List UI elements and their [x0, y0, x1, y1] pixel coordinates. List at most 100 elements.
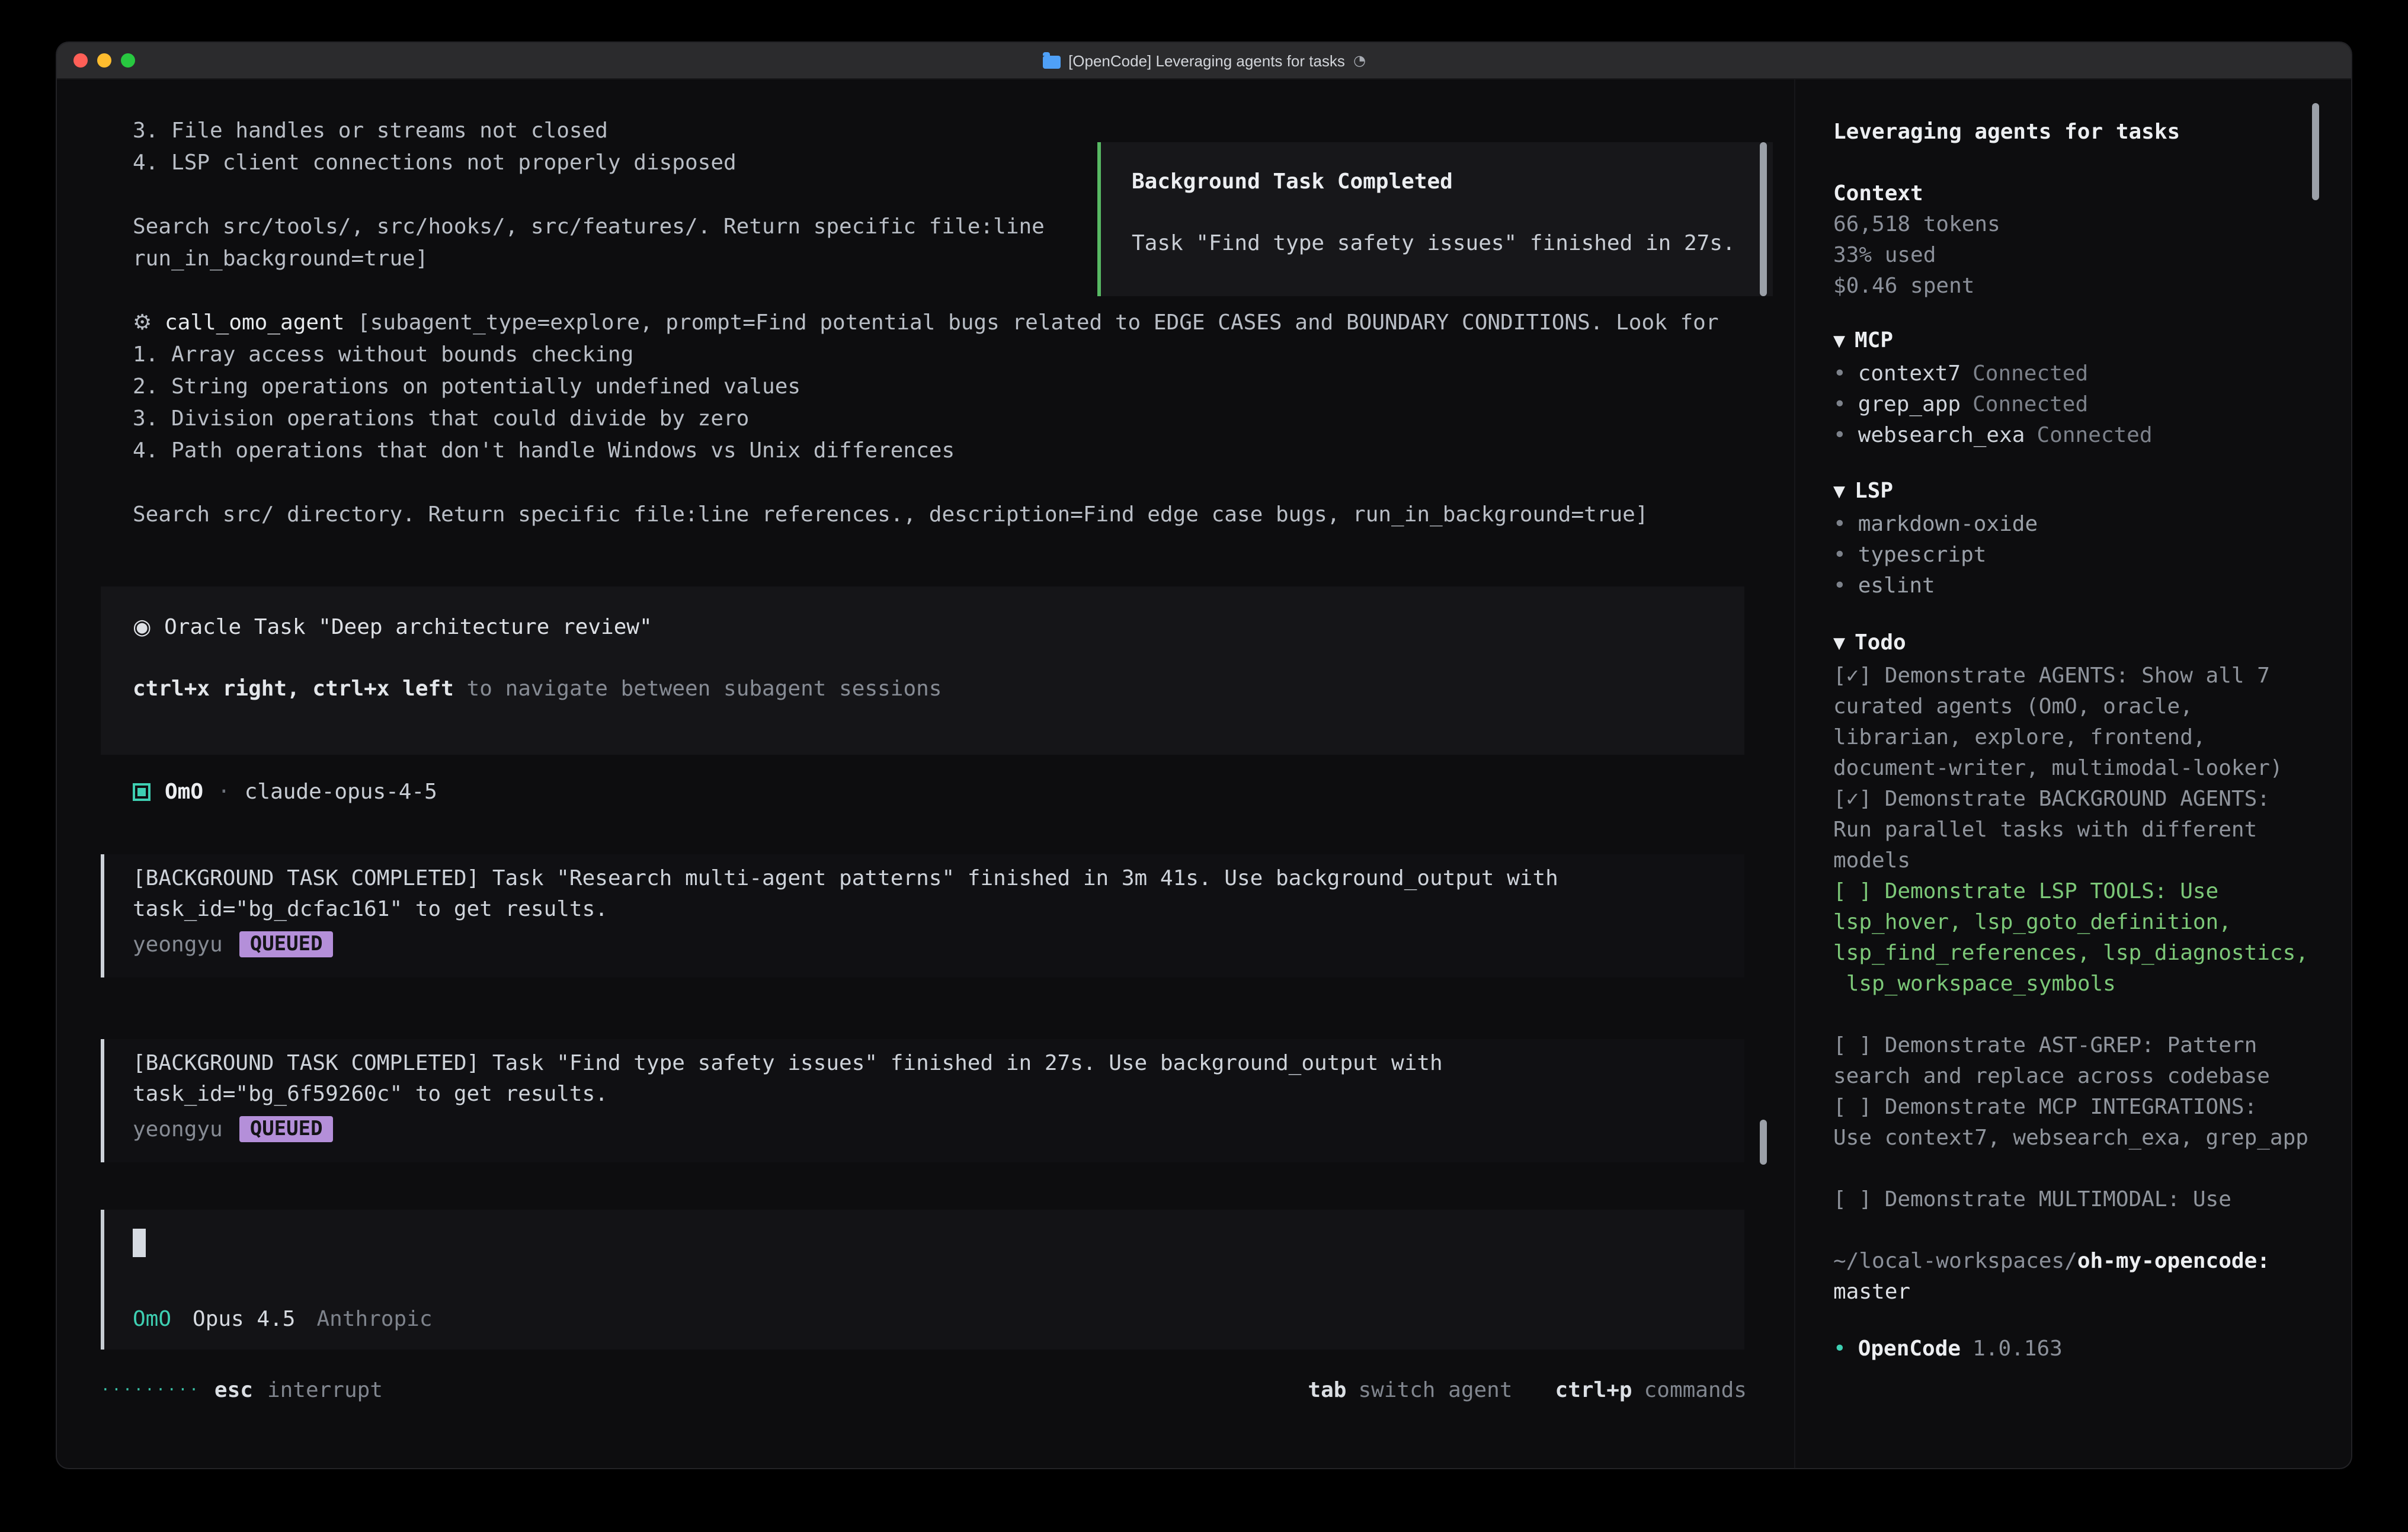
esc-key-hint: esc [214, 1374, 253, 1406]
mcp-name: context7 [1858, 359, 1961, 390]
context-spent: $0.46 spent [1833, 271, 2351, 302]
bullet-icon: • [1833, 390, 1846, 421]
mcp-status: Connected [2036, 421, 2152, 451]
lsp-section-heading[interactable]: ▼ LSP [1833, 476, 2351, 509]
agent-separator: · [217, 776, 230, 808]
workspace-path: ~/local-workspaces/oh-my-opencode: maste… [1833, 1246, 2311, 1308]
commands-key-hint: ctrl+p [1555, 1374, 1632, 1406]
oracle-nav-hint: ctrl+x right, ctrl+x left to navigate be… [133, 674, 1712, 705]
hint-keys: ctrl+x right, ctrl+x left [133, 677, 454, 701]
lsp-name: eslint [1858, 571, 1935, 602]
queued-badge: QUEUED [239, 1116, 334, 1142]
message-scrollbar-thumb[interactable] [1760, 1120, 1767, 1165]
screen: [OpenCode] Leveraging agents for tasks ◔… [0, 0, 2408, 1532]
tool-call-line: ⚙ call_omo_agent [subagent_type=explore,… [133, 307, 1759, 339]
traffic-lights [73, 43, 135, 78]
lsp-name: typescript [1858, 540, 1987, 571]
tool-name: call_omo_agent [152, 310, 344, 335]
close-button[interactable] [73, 53, 88, 68]
lsp-name: markdown-oxide [1858, 509, 2038, 540]
mcp-section-heading[interactable]: ▼ MCP [1833, 326, 2351, 359]
transcript-line: Search src/ directory. Return specific f… [133, 499, 1759, 531]
oracle-title-text: Oracle Task "Deep architecture review" [151, 615, 652, 640]
message-author: yeongyu [133, 932, 223, 957]
todo-item-pending: [ ] Demonstrate AST-GREP: Pattern search… [1833, 1031, 2311, 1092]
input-agent-name: OmO [133, 1305, 171, 1335]
message-meta: yeongyu QUEUED [133, 1116, 1744, 1142]
app-version-number: 1.0.163 [1972, 1334, 2063, 1365]
toast-title: Background Task Completed [1132, 167, 1742, 198]
oracle-task-panel[interactable]: ◉ Oracle Task "Deep architecture review"… [101, 586, 1744, 755]
model-selector[interactable]: OmO Opus 4.5 Anthropic [133, 1305, 433, 1335]
message-line: [BACKGROUND TASK COMPLETED] Task "Resear… [133, 864, 1744, 895]
message-author: yeongyu [133, 1117, 223, 1142]
tab-key-label: switch agent [1358, 1374, 1512, 1406]
transcript-line: 2. String operations on potentially unde… [133, 371, 1759, 403]
queued-badge: QUEUED [239, 931, 334, 957]
zoom-button[interactable] [121, 53, 135, 68]
lsp-heading-label: LSP [1855, 479, 1893, 504]
status-left: ········· esc interrupt [101, 1374, 383, 1406]
workspace-branch: master [1833, 1277, 2311, 1308]
context-used: 33% used [1833, 241, 2351, 271]
app-version: • OpenCode 1.0.163 [1833, 1334, 2351, 1365]
status-bar: ········· esc interrupt tab switch agent… [101, 1374, 1747, 1406]
transcript-blank-line [133, 467, 1759, 499]
chat-main-area: 3. File handles or streams not closed 4.… [57, 79, 1794, 1468]
todo-item-done: [✓] Demonstrate BACKGROUND AGENTS: Run p… [1833, 784, 2311, 877]
app-window: [OpenCode] Leveraging agents for tasks ◔… [57, 43, 2351, 1468]
lsp-item: • eslint [1833, 571, 2351, 602]
background-task-message: [BACKGROUND TASK COMPLETED] Task "Resear… [101, 854, 1744, 977]
message-line: task_id="bg_dcfac161" to get results. [133, 895, 1744, 925]
transcript-line: 1. Array access without bounds checking [133, 339, 1759, 371]
prompt-input[interactable]: OmO Opus 4.5 Anthropic [101, 1210, 1744, 1350]
bullet-icon: • [1833, 509, 1846, 540]
main-scrollbar-thumb[interactable] [1760, 142, 1767, 296]
hint-text: to navigate between subagent sessions [454, 677, 942, 701]
todo-item-pending: [ ] Demonstrate MULTIMODAL: Use [1833, 1185, 2311, 1216]
background-task-message: [BACKGROUND TASK COMPLETED] Task "Find t… [101, 1039, 1744, 1162]
mcp-heading-label: MCP [1855, 328, 1893, 353]
chevron-down-icon: ▼ [1833, 477, 1845, 508]
bullet-icon: • [1833, 1334, 1846, 1365]
bullet-icon: • [1833, 540, 1846, 571]
window-title: [OpenCode] Leveraging agents for tasks ◔ [1042, 52, 1366, 69]
todo-section-heading[interactable]: ▼ Todo [1833, 628, 2351, 661]
lsp-item: • typescript [1833, 540, 2351, 571]
minimize-button[interactable] [97, 53, 111, 68]
todo-item-pending: [ ] Demonstrate MCP INTEGRATIONS: Use co… [1833, 1092, 2311, 1154]
bullet-icon: • [1833, 571, 1846, 602]
sidebar-scrollbar-thumb[interactable] [2312, 103, 2319, 200]
message-line: task_id="bg_6f59260c" to get results. [133, 1079, 1744, 1110]
folder-icon [1042, 55, 1060, 68]
mcp-item: •grep_appConnected [1833, 390, 2351, 421]
agent-name: OmO [165, 776, 203, 808]
session-sidebar: Leveraging agents for tasks Context 66,5… [1794, 79, 2351, 1468]
window-body: 3. File handles or streams not closed 4.… [57, 79, 2351, 1468]
mcp-item: •websearch_exaConnected [1833, 421, 2351, 451]
mcp-status: Connected [1972, 359, 2088, 390]
mcp-status: Connected [1972, 390, 2088, 421]
app-name: OpenCode [1858, 1334, 1961, 1365]
titlebar[interactable]: [OpenCode] Leveraging agents for tasks ◔ [57, 43, 2351, 79]
mcp-item: • context7 Connected [1833, 359, 2351, 390]
message-line: [BACKGROUND TASK COMPLETED] Task "Find t… [133, 1049, 1744, 1079]
tool-args: [subagent_type=explore, prompt=Find pote… [344, 310, 1718, 335]
status-right: tab switch agent ctrl+p commands [1308, 1374, 1747, 1406]
fisheye-icon: ◉ [133, 615, 151, 640]
window-title-text: [OpenCode] Leveraging agents for tasks [1068, 52, 1345, 69]
agent-model: claude-opus-4-5 [245, 776, 437, 808]
transcript-line: 3. Division operations that could divide… [133, 403, 1759, 435]
session-progress-icon: ◔ [1353, 52, 1366, 69]
todo-heading-label: Todo [1855, 630, 1906, 655]
bullet-icon: • [1833, 359, 1846, 390]
message-meta: yeongyu QUEUED [133, 931, 1744, 957]
chevron-down-icon: ▼ [1833, 327, 1845, 358]
todo-item-active: [ ] Demonstrate LSP TOOLS: Use lsp_hover… [1833, 877, 2311, 1000]
agent-square-icon [133, 783, 150, 801]
notification-toast[interactable]: Background Task Completed Task "Find typ… [1097, 142, 1773, 296]
toast-body: Task "Find type safety issues" finished … [1132, 229, 1742, 259]
context-tokens: 66,518 tokens [1833, 210, 2351, 241]
chevron-down-icon: ▼ [1833, 629, 1845, 660]
workspace-repo: oh-my-opencode: [2077, 1249, 2270, 1274]
